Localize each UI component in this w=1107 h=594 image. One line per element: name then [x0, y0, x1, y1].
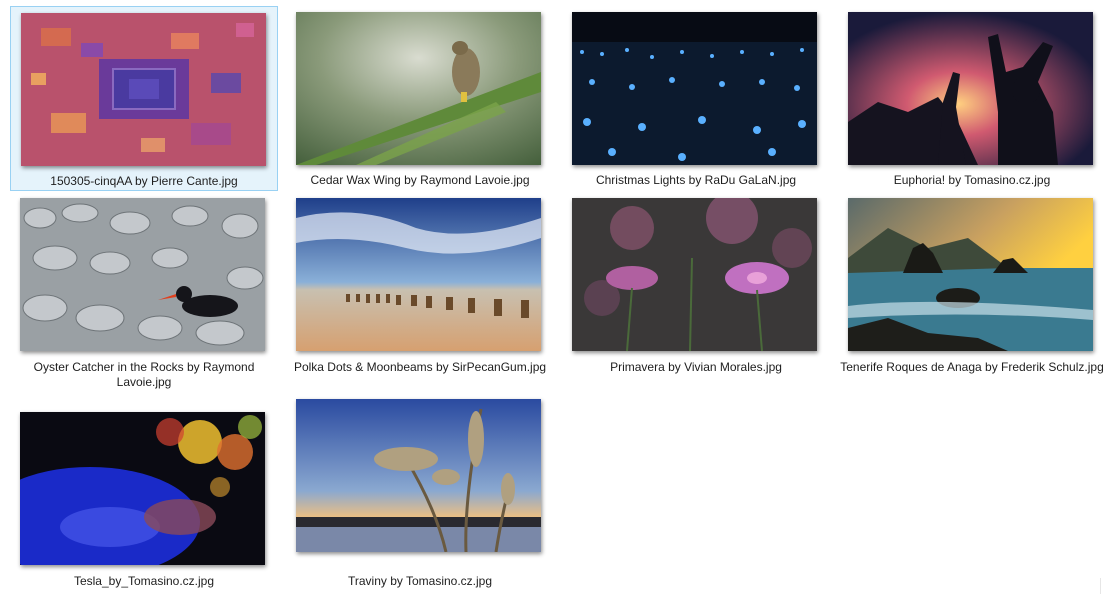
file-tile-oyster-catcher[interactable]: Oyster Catcher in the Rocks by Raymond L… — [10, 192, 278, 392]
thumbnail-150305-cinqaa — [21, 13, 266, 166]
thumbnail-tenerife — [848, 198, 1093, 351]
thumbnail-cedar-wax-wing — [296, 12, 541, 165]
file-name: Polka Dots & Moonbeams by SirPecanGum.jp… — [293, 360, 547, 374]
file-tile-primavera[interactable]: Primavera by Vivian Morales.jpg — [562, 192, 830, 377]
thumbnail-oyster-catcher — [20, 198, 265, 351]
file-name: Euphoria! by Tomasino.cz.jpg — [893, 173, 1051, 187]
thumbnail-euphoria — [848, 12, 1093, 165]
file-name: 150305-cinqAA by Pierre Cante.jpg — [50, 174, 238, 188]
file-name: Cedar Wax Wing by Raymond Lavoie.jpg — [310, 173, 530, 187]
thumbnail-christmas-lights — [572, 12, 817, 165]
scrollbar-edge[interactable] — [1100, 578, 1107, 594]
file-view: 150305-cinqAA by Pierre Cante.jpg Cedar … — [0, 0, 1107, 594]
file-name: Oyster Catcher in the Rocks by Raymond L… — [33, 360, 255, 389]
file-tile-150305-cinqaa[interactable]: 150305-cinqAA by Pierre Cante.jpg — [10, 6, 278, 191]
file-tile-cedar-wax-wing[interactable]: Cedar Wax Wing by Raymond Lavoie.jpg — [286, 6, 554, 191]
thumbnail-primavera — [572, 198, 817, 351]
file-tile-polka-dots-moonbeams[interactable]: Polka Dots & Moonbeams by SirPecanGum.jp… — [286, 192, 554, 377]
thumbnail-tesla — [20, 412, 265, 565]
file-name: Christmas Lights by RaDu GaLaN.jpg — [595, 173, 797, 187]
file-name: Tesla_by_Tomasino.cz.jpg — [73, 574, 215, 588]
thumbnail-traviny — [296, 399, 541, 552]
file-tile-tesla[interactable]: Tesla_by_Tomasino.cz.jpg — [10, 406, 278, 591]
file-name: Traviny by Tomasino.cz.jpg — [347, 574, 493, 588]
thumbnail-polka-dots-moonbeams — [296, 198, 541, 351]
file-tile-christmas-lights[interactable]: Christmas Lights by RaDu GaLaN.jpg — [562, 6, 830, 191]
file-tile-euphoria[interactable]: Euphoria! by Tomasino.cz.jpg — [838, 6, 1106, 191]
file-name: Primavera by Vivian Morales.jpg — [610, 360, 782, 374]
file-tile-tenerife[interactable]: Tenerife Roques de Anaga by Frederik Sch… — [838, 192, 1106, 377]
file-tile-traviny[interactable]: Traviny by Tomasino.cz.jpg — [286, 393, 554, 593]
file-name: Tenerife Roques de Anaga by Frederik Sch… — [840, 360, 1104, 374]
